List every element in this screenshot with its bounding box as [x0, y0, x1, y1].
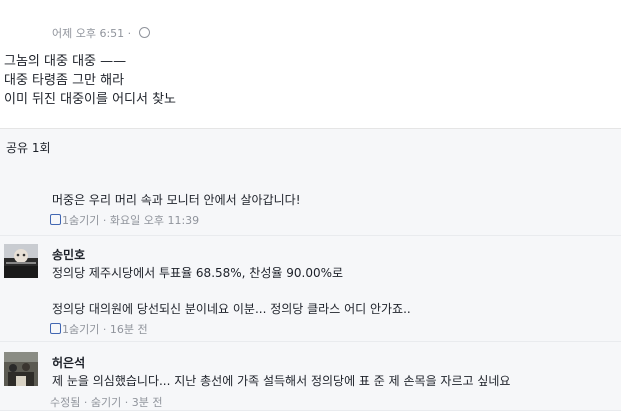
- avatar[interactable]: [4, 244, 38, 278]
- comment: 머중은 우리 머리 속과 모니터 안에서 살아갑니다! 1숨기기 · 화요일 오…: [0, 165, 621, 236]
- comment-actions: 1숨기기 · 16분 전: [50, 321, 148, 337]
- avatar-image: [4, 244, 38, 278]
- share-count[interactable]: 공유 1회: [6, 139, 51, 156]
- comment-text: 정의당 대의원에 당선되신 분이네요 이분... 정의당 클라스 어디 안가죠.…: [52, 302, 411, 316]
- post-line: 대중 타령좀 그만 해라: [4, 73, 125, 88]
- globe-icon: [138, 27, 150, 38]
- comment-author[interactable]: 허은석: [52, 354, 85, 371]
- post-timestamp[interactable]: 어제 오후 6:51 ·: [52, 27, 131, 40]
- comment-text: 정의당 제주시당에서 투표율 68.58%, 찬성율 90.00%로: [52, 266, 344, 280]
- comment-actions: 1숨기기 · 화요일 오후 11:39: [50, 212, 199, 228]
- comment: 허은석 제 눈을 의심했습니다... 지난 총선에 가족 설득해서 정의당에 표…: [0, 342, 621, 411]
- comment-actions-text[interactable]: 1숨기기 · 16분 전: [62, 323, 148, 336]
- post-meta: 어제 오후 6:51 ·: [52, 25, 150, 41]
- comment: 송민호 정의당 제주시당에서 투표율 68.58%, 찬성율 90.00%로 정…: [0, 236, 621, 342]
- like-thumb-icon: [50, 214, 61, 225]
- comment-text: 머중은 우리 머리 속과 모니터 안에서 살아갑니다!: [52, 193, 301, 207]
- comment-actions[interactable]: 수정됨 · 숨기기 · 3분 전: [50, 394, 162, 410]
- share-bar: 공유 1회: [0, 128, 621, 166]
- post-body: 그놈의 대중 대중 —— 대중 타령좀 그만 해라 이미 뒤진 대중이를 어디서…: [4, 52, 176, 109]
- comment-author[interactable]: 송민호: [52, 246, 85, 263]
- avatar[interactable]: [4, 352, 38, 386]
- like-thumb-icon: [50, 323, 61, 334]
- avatar-image: [4, 352, 38, 386]
- comment-actions-text[interactable]: 1숨기기 · 화요일 오후 11:39: [62, 214, 199, 227]
- post-line: 그놈의 대중 대중 ——: [4, 54, 127, 69]
- comment-text: 제 눈을 의심했습니다... 지난 총선에 가족 설득해서 정의당에 표 준 제…: [52, 374, 511, 388]
- post-line: 이미 뒤진 대중이를 어디서 찾노: [4, 92, 177, 107]
